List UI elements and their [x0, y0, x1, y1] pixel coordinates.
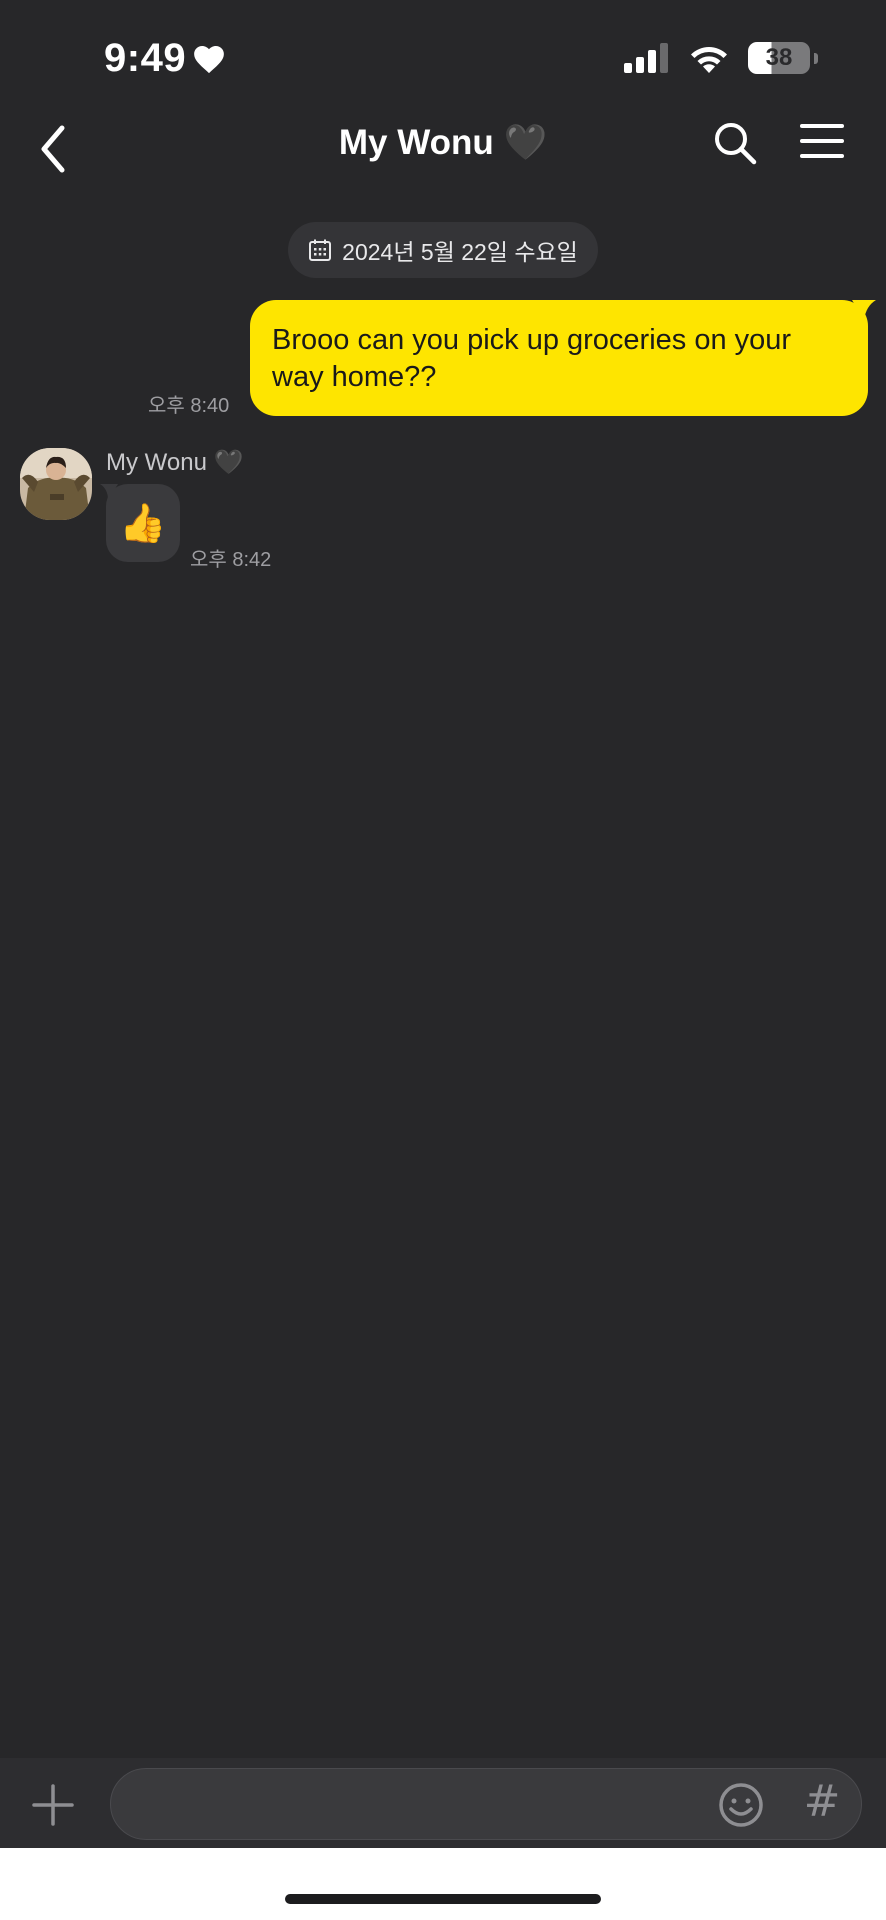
sent-message-time: 오후 8:40 — [148, 395, 230, 417]
received-message-bubble[interactable]: 👍 — [100, 484, 180, 562]
battery-level: 38 — [765, 44, 793, 71]
heart-icon — [194, 45, 224, 73]
bubble-tail — [852, 300, 876, 320]
chat-header: My Wonu 🖤 — [0, 110, 886, 190]
hamburger-menu-icon[interactable] — [800, 122, 844, 160]
hashtag-button[interactable]: # — [800, 1772, 844, 1832]
date-divider: 2024년 5월 22일 수요일 — [288, 222, 598, 278]
bubble-tail — [100, 484, 118, 500]
sender-name: My Wonu 🖤 — [106, 449, 244, 476]
cellular-signal-icon — [624, 43, 668, 73]
received-message-time: 오후 8:42 — [190, 549, 272, 571]
chat-screen: 9:49 38 My Wonu 🖤 2024년 5월 22일 수요일 오후 8:… — [0, 0, 886, 1920]
status-bar: 9:49 38 — [0, 0, 886, 110]
home-indicator[interactable] — [285, 1894, 601, 1904]
avatar[interactable] — [20, 448, 92, 520]
avatar-image — [20, 448, 92, 520]
smiley-icon[interactable] — [718, 1782, 764, 1828]
sent-message-bubble[interactable]: Brooo can you pick up groceries on your … — [250, 300, 876, 416]
calendar-icon — [309, 239, 332, 261]
message-input-bar: # — [0, 1758, 886, 1848]
status-time: 9:49 — [104, 36, 226, 81]
battery-icon: 38 — [748, 42, 818, 74]
received-message-text: 👍 — [119, 501, 167, 545]
status-time-text: 9:49 — [104, 36, 187, 80]
sent-message-text: Brooo can you pick up groceries on your … — [272, 324, 792, 393]
date-label: 2024년 5월 22일 수요일 — [342, 239, 578, 265]
status-indicators: 38 — [624, 42, 818, 74]
battery-cap — [814, 53, 818, 64]
home-indicator-area — [0, 1848, 886, 1920]
wifi-icon — [691, 47, 727, 73]
search-icon[interactable] — [712, 120, 758, 166]
plus-icon[interactable] — [32, 1784, 74, 1826]
